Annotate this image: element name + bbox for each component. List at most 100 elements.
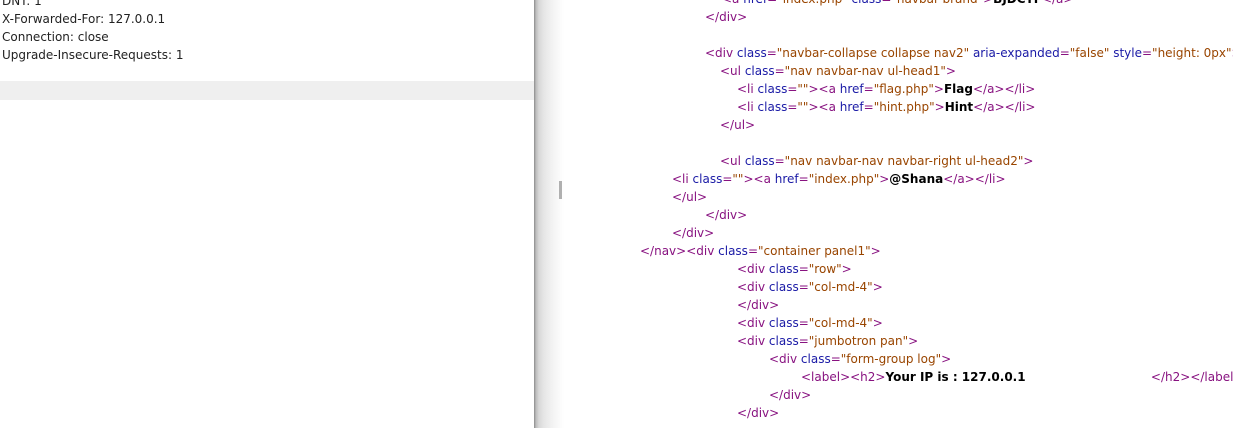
- source-token: <li: [672, 172, 693, 186]
- source-token: class: [692, 172, 723, 186]
- request-line-x-forwarded-for: X-Forwarded-For: 127.0.0.1: [2, 12, 166, 26]
- source-token: </div>: [705, 10, 748, 24]
- source-token: <div: [737, 262, 769, 276]
- source-token: =: [767, 0, 777, 6]
- source-token: class: [768, 316, 799, 330]
- source-token: "false": [1069, 46, 1110, 60]
- source-token: Your IP is : 127.0.0.1: [885, 370, 1151, 384]
- source-token: "flag.php": [873, 82, 934, 96]
- source-line: <div class="col-md-4">: [737, 278, 883, 296]
- source-token: </a></li>: [973, 100, 1036, 114]
- source-token: style: [1113, 46, 1142, 60]
- source-line: <div class="row">: [737, 260, 852, 278]
- source-token: "navbar-brand": [891, 0, 983, 6]
- source-line: </div>: [705, 8, 747, 26]
- source-token: >: [983, 0, 993, 6]
- request-headers-pane[interactable]: DNT: 1 X-Forwarded-For: 127.0.0.1 Connec…: [0, 0, 534, 428]
- source-token: </a></li>: [943, 172, 1006, 186]
- source-line: </ul>: [720, 116, 755, 134]
- source-token: </ul>: [672, 190, 708, 204]
- source-token: >: [841, 262, 852, 276]
- source-token: =: [1141, 46, 1153, 60]
- source-token: class: [744, 64, 775, 78]
- source-line: <div class="form-group log">: [769, 350, 951, 368]
- source-token: "hint.php": [873, 100, 935, 114]
- source-token: @Shana: [889, 172, 944, 186]
- source-token: "index.php": [777, 0, 848, 6]
- source-token: >: [870, 244, 881, 258]
- source-line: <li class=""><a href="index.php">@Shana<…: [672, 170, 1006, 188]
- source-token: >: [933, 82, 944, 96]
- source-token: </div>: [769, 388, 812, 402]
- request-line-connection: Connection: close: [2, 30, 109, 44]
- source-token: <div: [737, 316, 769, 330]
- source-token: </nav><div: [640, 244, 719, 258]
- source-token: "index.php": [808, 172, 880, 186]
- source-token: </div>: [672, 226, 715, 240]
- source-token: =: [766, 46, 777, 60]
- source-token: "nav navbar-nav navbar-right ul-head2": [784, 154, 1024, 168]
- source-line: </div>: [705, 206, 747, 224]
- source-token: </div>: [737, 298, 780, 312]
- source-token: "height: 0px": [1152, 46, 1232, 60]
- source-token: =: [798, 334, 809, 348]
- source-token: >: [1023, 154, 1034, 168]
- source-token: "form-group log": [840, 352, 942, 366]
- source-token: >: [908, 334, 919, 348]
- source-line: <ul class="nav navbar-nav navbar-right u…: [720, 152, 1033, 170]
- source-token: >: [872, 316, 883, 330]
- source-token: <label><h2>: [801, 370, 886, 384]
- source-token: href: [743, 0, 767, 6]
- source-token: </div>: [705, 208, 748, 222]
- source-token: =: [863, 100, 874, 114]
- source-token: <div: [737, 334, 769, 348]
- source-token: =: [881, 0, 891, 6]
- source-token: =: [787, 100, 798, 114]
- source-line: <div class="col-md-4">: [737, 314, 883, 332]
- source-token: =: [1059, 46, 1070, 60]
- source-line: <div class="jumbotron pan">: [737, 332, 918, 350]
- source-token: ><a: [743, 172, 775, 186]
- source-token: =: [863, 82, 874, 96]
- source-token: =: [722, 172, 733, 186]
- source-token: "navbar-collapse collapse nav2": [776, 46, 970, 60]
- source-token: class: [757, 100, 788, 114]
- source-token: class: [768, 334, 799, 348]
- source-token: <div: [737, 280, 769, 294]
- source-token: =: [774, 64, 785, 78]
- source-token: </div>: [737, 406, 780, 420]
- splitter-grip-icon[interactable]: [559, 181, 562, 199]
- source-token: =: [774, 154, 785, 168]
- source-token: >: [945, 64, 956, 78]
- source-token: href: [774, 172, 799, 186]
- source-line: <li class=""><a href="flag.php">Flag</a>…: [737, 80, 1035, 98]
- source-token: =: [798, 316, 809, 330]
- source-token: </ul>: [720, 118, 756, 132]
- source-token: ><a: [808, 82, 840, 96]
- source-token: class: [768, 262, 799, 276]
- source-token: href: [839, 82, 864, 96]
- source-token: </a></li>: [972, 82, 1036, 96]
- source-token: "": [797, 82, 809, 96]
- source-line: <div class="navbar-collapse collapse nav…: [705, 44, 1233, 62]
- source-token: =: [747, 244, 758, 258]
- source-line: <ul class="nav navbar-nav ul-head1">: [720, 62, 956, 80]
- source-token: >: [941, 352, 952, 366]
- source-line: </div>: [737, 296, 779, 314]
- source-token: <ul: [720, 64, 745, 78]
- source-token: class: [800, 352, 831, 366]
- html-source-pane[interactable]: <a href="index.php" class="navbar-brand"…: [564, 0, 1233, 428]
- source-token: href: [839, 100, 864, 114]
- request-line-upgrade-insecure: Upgrade-Insecure-Requests: 1: [2, 48, 184, 62]
- source-line: </nav><div class="container panel1">: [640, 242, 881, 260]
- selected-empty-line[interactable]: [0, 81, 534, 100]
- source-token: class: [718, 244, 748, 258]
- source-token: "": [797, 100, 809, 114]
- source-token: class: [852, 0, 882, 6]
- pane-splitter[interactable]: [534, 0, 564, 428]
- source-line: </div>: [672, 224, 714, 242]
- source-token: "container panel1": [758, 244, 871, 258]
- source-line: <li class=""><a href="hint.php">Hint</a>…: [737, 98, 1035, 116]
- source-token: "nav navbar-nav ul-head1": [784, 64, 946, 78]
- source-token: =: [798, 280, 809, 294]
